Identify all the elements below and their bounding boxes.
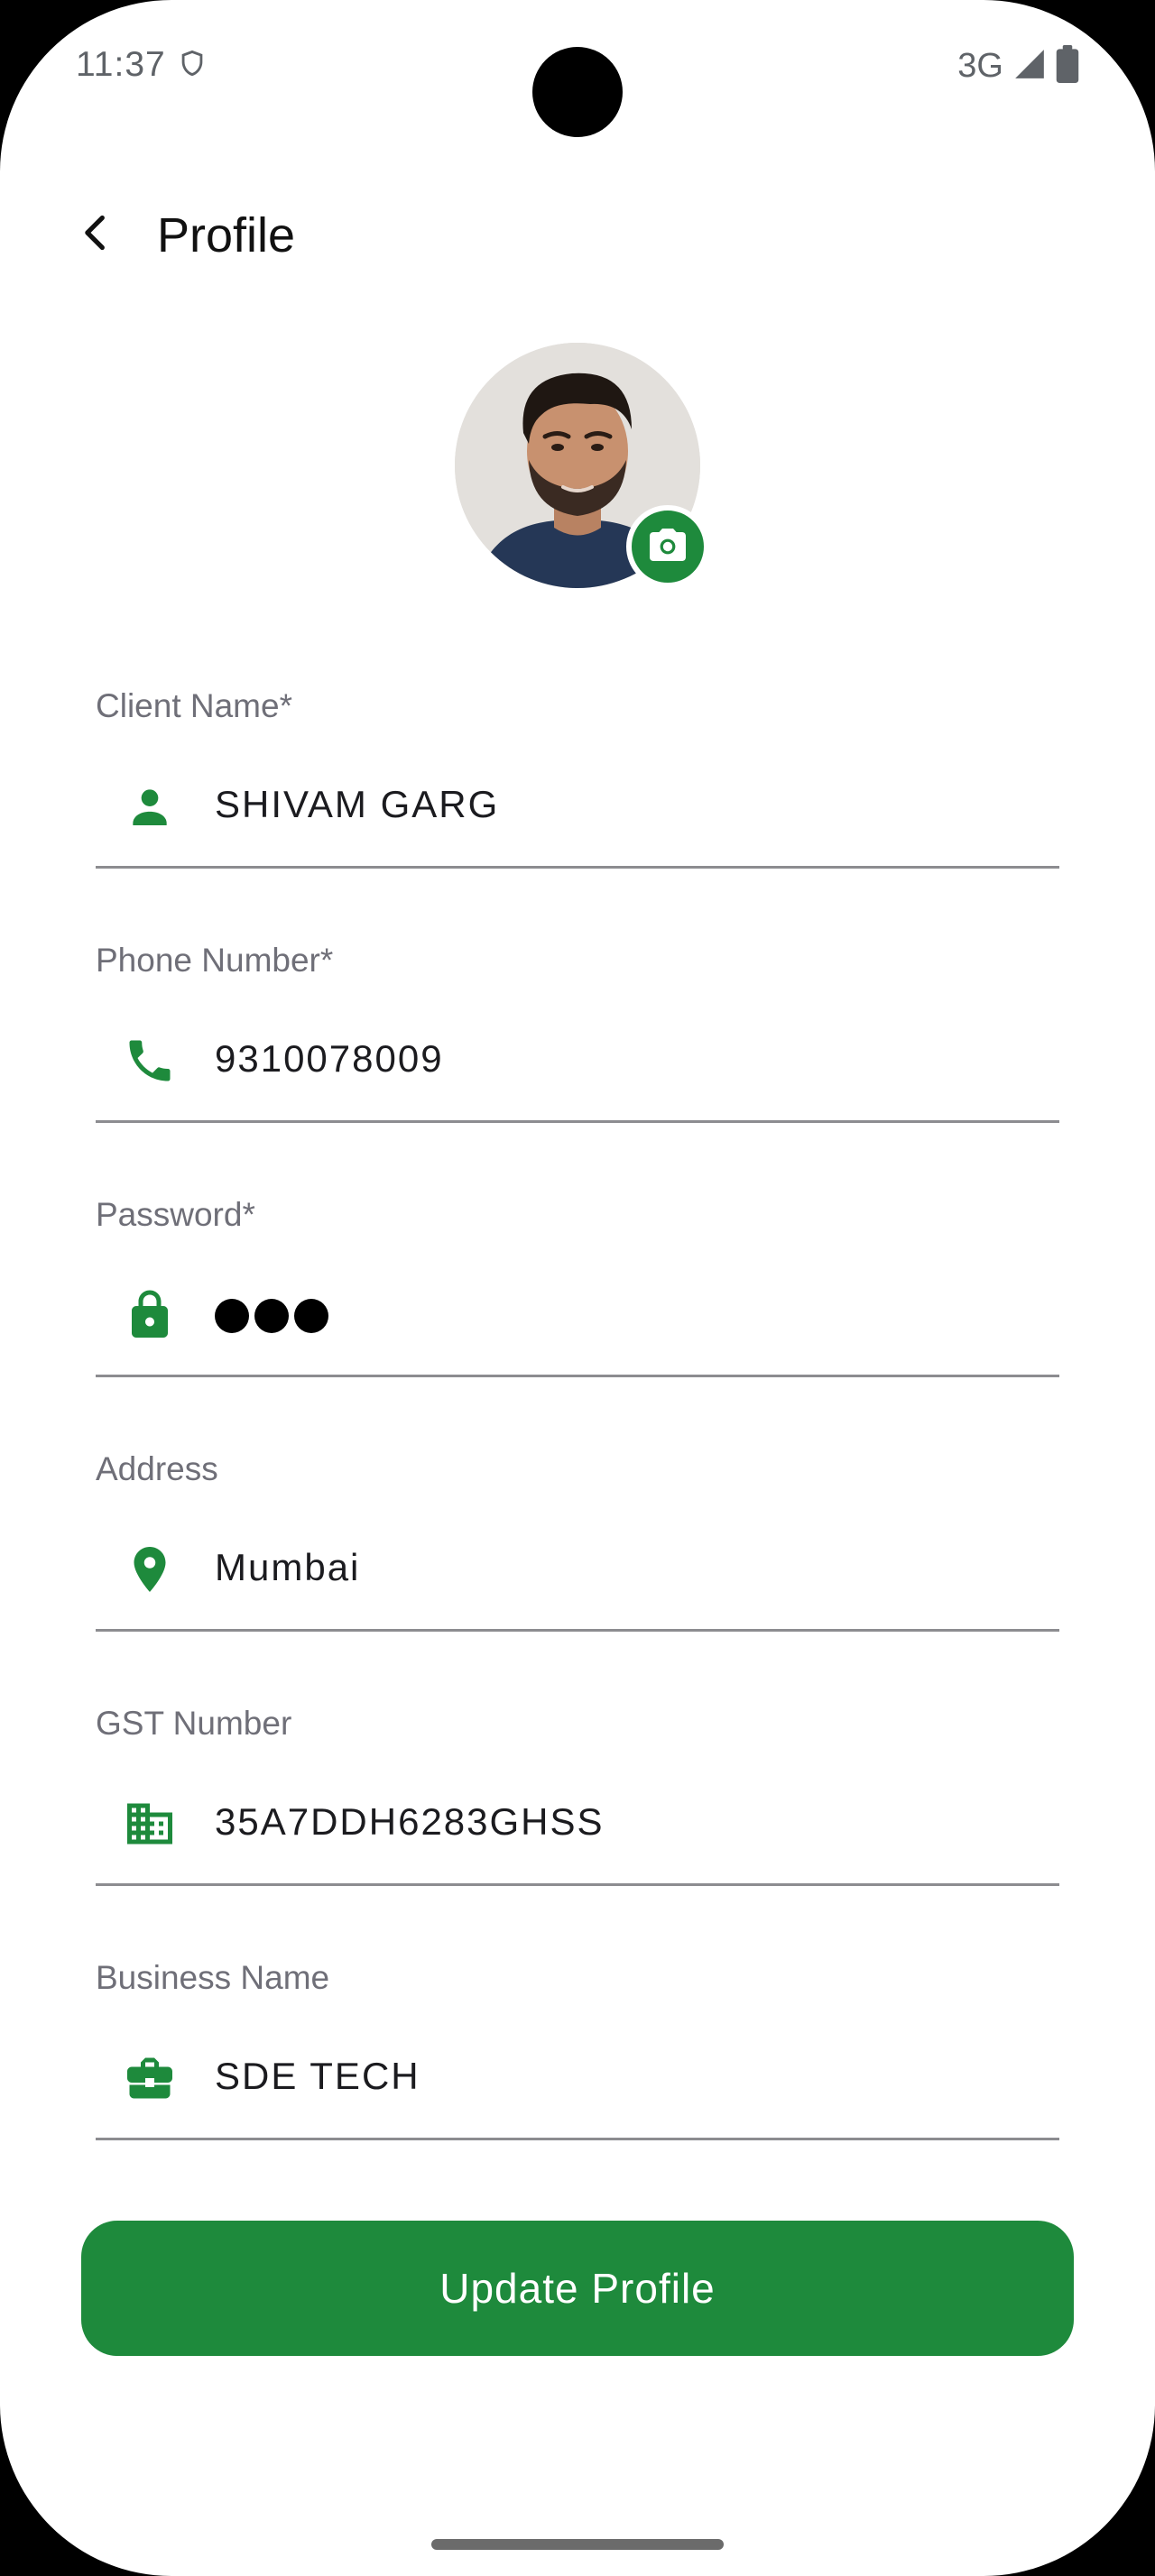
signal-icon — [1012, 47, 1047, 86]
phone-number-label: Phone Number* — [96, 942, 334, 979]
business-name-underline — [96, 2138, 1059, 2140]
password-label: Password* — [96, 1196, 255, 1233]
password-mask-dot — [294, 1299, 328, 1333]
update-profile-button[interactable]: Update Profile — [81, 2221, 1074, 2356]
gst-number-label: GST Number — [96, 1705, 292, 1742]
client-name-label: Client Name* — [96, 687, 292, 724]
status-time: 11:37 — [76, 45, 166, 84]
address-underline — [96, 1629, 1059, 1632]
back-arrow-icon — [76, 213, 116, 257]
status-bar-left: 11:37 — [76, 45, 208, 85]
camera-cutout — [532, 47, 623, 137]
phone-number-input[interactable]: 9310078009 — [215, 1032, 444, 1086]
page-title: Profile — [157, 208, 296, 262]
battery-icon — [1056, 45, 1079, 87]
briefcase-icon — [117, 2046, 182, 2111]
gst-number-input[interactable]: 35A7DDH6283GHSS — [215, 1795, 605, 1849]
password-mask-dot — [254, 1299, 289, 1333]
business-name-input[interactable]: SDE TECH — [215, 2049, 420, 2103]
password-input[interactable] — [215, 1290, 328, 1333]
client-name-input[interactable]: SHIVAM GARG — [215, 777, 499, 832]
address-input[interactable]: Mumbai — [215, 1541, 360, 1595]
status-bar-right: 3G — [957, 45, 1079, 87]
change-photo-button[interactable] — [626, 505, 709, 588]
network-type: 3G — [957, 47, 1003, 85]
password-underline — [96, 1375, 1059, 1377]
location-pin-icon — [117, 1537, 182, 1602]
person-icon — [117, 774, 182, 839]
client-name-underline — [96, 866, 1059, 869]
avatar-container — [455, 343, 709, 588]
back-button[interactable] — [63, 202, 128, 267]
camera-icon — [646, 523, 689, 571]
address-label: Address — [96, 1450, 218, 1487]
business-name-label: Business Name — [96, 1959, 330, 1996]
lock-icon — [117, 1283, 182, 1348]
phone-icon — [117, 1028, 182, 1093]
gst-number-underline — [96, 1883, 1059, 1886]
phone-number-underline — [96, 1120, 1059, 1123]
building-icon — [117, 1791, 182, 1856]
password-mask-dot — [215, 1299, 249, 1333]
home-indicator[interactable] — [431, 2539, 724, 2550]
shield-icon — [177, 46, 208, 85]
profile-screen: 11:37 3G Profile Client Name* SHIVAM GAR… — [0, 0, 1155, 2576]
